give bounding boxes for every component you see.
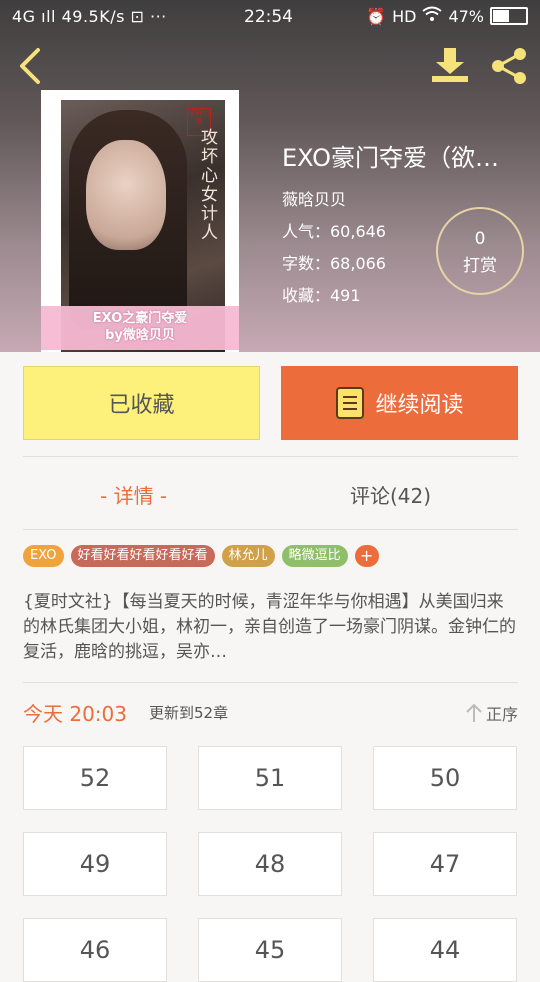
- tab-comments[interactable]: 评论(42): [350, 480, 431, 509]
- chapter-button[interactable]: 52: [23, 746, 167, 810]
- tag-chip[interactable]: EXO: [23, 545, 64, 567]
- status-right: ⏰ HD 47%: [366, 6, 528, 26]
- tag-chip[interactable]: 好看好看好看好看好看: [70, 545, 215, 567]
- update-text: 更新到52章: [149, 704, 229, 722]
- status-time: 22:54: [244, 7, 293, 27]
- back-button[interactable]: [14, 44, 44, 88]
- add-tag-button[interactable]: +: [354, 545, 379, 567]
- update-time: 今天 20:03: [23, 702, 127, 726]
- continue-reading-button[interactable]: 继续阅读: [281, 366, 518, 440]
- reward-count: 0: [474, 229, 486, 249]
- synopsis[interactable]: {夏时文社}【每当夏天的时候，青涩年华与你相遇】从美国归来的林氏集团大小姐，林初…: [23, 590, 517, 665]
- cover-banner-title: EXO之豪门夺爱: [92, 311, 188, 326]
- alarm-icon: ⏰: [366, 6, 387, 26]
- chapter-button[interactable]: 44: [373, 918, 517, 982]
- status-left: 4G ıll 49.5K/s ⊡ ···: [12, 7, 167, 26]
- chevron-left-icon: [20, 48, 40, 84]
- status-bar: 4G ıll 49.5K/s ⊡ ··· 22:54 ⏰ HD 47%: [0, 0, 540, 34]
- chapter-button[interactable]: 49: [23, 832, 167, 896]
- wifi-icon: [422, 6, 443, 26]
- reward-label: 打赏: [463, 256, 497, 276]
- chapter-button[interactable]: 45: [198, 918, 342, 982]
- divider: [23, 682, 518, 683]
- tag-chip[interactable]: 略微逗比: [281, 545, 348, 567]
- book-icon: [336, 387, 365, 419]
- chapter-button[interactable]: 46: [23, 918, 167, 982]
- favorited-label: 已收藏: [108, 393, 175, 418]
- tag-chip[interactable]: 林允儿: [221, 545, 275, 567]
- cover-banner-author: by微晗贝贝: [105, 328, 175, 343]
- chapter-button[interactable]: 48: [198, 832, 342, 896]
- chapter-button[interactable]: 51: [198, 746, 342, 810]
- favorited-button[interactable]: 已收藏: [23, 366, 260, 440]
- cover-title: 攻坏心女计人: [197, 128, 217, 242]
- chapter-button[interactable]: 50: [373, 746, 517, 810]
- tag-list: EXO 好看好看好看好看好看 林允儿 略微逗比 +: [23, 545, 379, 567]
- author-name[interactable]: 薇晗贝贝: [282, 186, 530, 210]
- cover-banner: EXO之豪门夺爱 by微晗贝贝: [41, 306, 239, 350]
- download-button[interactable]: [430, 46, 470, 84]
- chapter-button[interactable]: 47: [373, 832, 517, 896]
- divider: [23, 529, 518, 530]
- continue-reading-label: 继续阅读: [375, 393, 464, 418]
- share-button[interactable]: [490, 46, 530, 86]
- share-icon: [492, 48, 526, 84]
- book-header: 4G ıll 49.5K/s ⊡ ··· 22:54 ⏰ HD 47% 文轩小说…: [0, 0, 540, 352]
- battery-icon: [490, 7, 528, 25]
- tab-detail[interactable]: - 详情 -: [100, 480, 167, 509]
- battery-percent: 47%: [448, 6, 484, 26]
- book-cover[interactable]: 文轩小说 攻坏心女计人 EXO之豪门夺爱 by微晗贝贝: [41, 90, 239, 352]
- reward-button[interactable]: 0 打赏: [436, 207, 524, 295]
- download-icon: [432, 48, 468, 82]
- arrow-up-icon: [466, 703, 482, 722]
- update-row: 今天 20:03 更新到52章 正序: [23, 698, 518, 728]
- divider: [23, 456, 518, 457]
- sort-order-label: 正序: [485, 705, 518, 724]
- sort-order-button[interactable]: 正序: [465, 701, 518, 725]
- book-title: EXO豪门夺爱（欲…: [282, 144, 499, 172]
- hd-label: HD: [392, 6, 417, 26]
